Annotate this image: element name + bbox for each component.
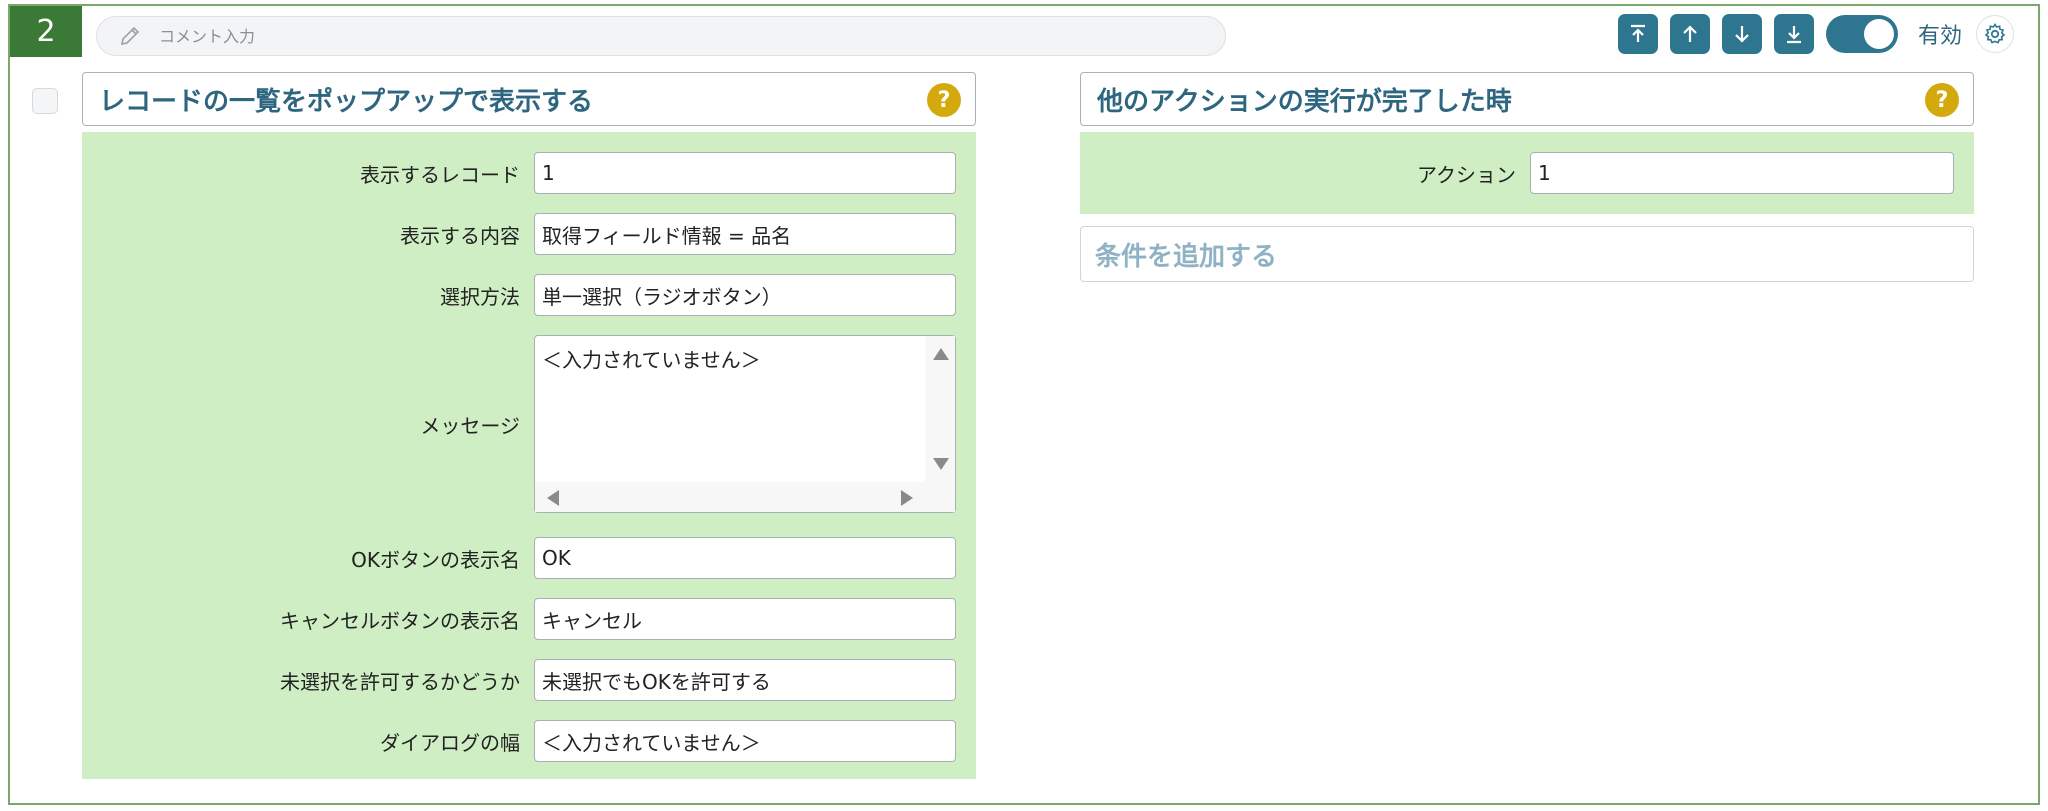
enabled-toggle[interactable]: [1826, 15, 1898, 53]
left-panel-body: 表示するレコード 1 表示する内容 取得フィールド情報 = 品名 選択方法 単一…: [82, 132, 976, 779]
records-label: 表示するレコード: [360, 162, 520, 187]
field-row-action: アクション 1: [1080, 152, 1954, 194]
selection-label: 選択方法: [440, 284, 520, 309]
help-icon[interactable]: ?: [927, 83, 961, 117]
toggle-knob: [1864, 19, 1894, 49]
allow-none-label: 未選択を許可するかどうか: [280, 669, 520, 694]
action-field[interactable]: 1: [1530, 152, 1954, 194]
enabled-label: 有効: [1918, 24, 1963, 49]
action-card: 2 有効 レコードの一覧をポップアッ: [8, 4, 2040, 805]
left-panel-title-text: レコードの一覧をポップアップで表示する: [99, 86, 594, 117]
action-label: アクション: [1417, 162, 1516, 187]
scroll-left-icon[interactable]: [547, 490, 559, 506]
ok-name-field[interactable]: OK: [534, 537, 956, 579]
move-up-button[interactable]: [1670, 14, 1710, 54]
scroll-down-icon[interactable]: [933, 458, 949, 470]
right-panel-title-text: 他のアクションの実行が完了した時: [1097, 86, 1512, 117]
field-row-allow-none: 未選択を許可するかどうか 未選択でもOKを許可する: [82, 659, 956, 701]
field-row-content: 表示する内容 取得フィールド情報 = 品名: [82, 213, 956, 255]
move-to-bottom-button[interactable]: [1774, 14, 1814, 54]
field-row-cancel-name: キャンセルボタンの表示名 キャンセル: [82, 598, 956, 640]
message-textarea[interactable]: ＜入力されていません＞: [534, 335, 956, 513]
cancel-name-field[interactable]: キャンセル: [534, 598, 956, 640]
message-label: メッセージ: [420, 413, 520, 438]
select-checkbox[interactable]: [32, 88, 58, 114]
comment-field[interactable]: [96, 16, 1226, 56]
add-condition-button[interactable]: 条件を追加する: [1080, 226, 1974, 282]
arrow-to-top-icon: [1631, 24, 1645, 42]
allow-none-field[interactable]: 未選択でもOKを許可する: [534, 659, 956, 701]
settings-button[interactable]: [1976, 15, 2015, 53]
pencil-icon: [115, 21, 145, 51]
field-row-records: 表示するレコード 1: [82, 152, 956, 194]
left-panel-title: レコードの一覧をポップアップで表示する ?: [82, 72, 976, 126]
content-label: 表示する内容: [400, 223, 520, 248]
cancel-name-label: キャンセルボタンの表示名: [280, 608, 520, 633]
right-panel-body: アクション 1: [1080, 132, 1974, 214]
step-number-badge: 2: [10, 6, 82, 57]
selection-field[interactable]: 単一選択（ラジオボタン）: [534, 274, 956, 316]
content-field[interactable]: 取得フィールド情報 = 品名: [534, 213, 956, 255]
dialog-width-label: ダイアログの幅: [380, 730, 520, 755]
scroll-right-icon[interactable]: [901, 490, 913, 506]
horizontal-scrollbar[interactable]: [535, 482, 955, 512]
vertical-scrollbar[interactable]: [925, 336, 955, 482]
field-row-dialog-width: ダイアログの幅 ＜入力されていません＞: [82, 720, 956, 762]
arrow-up-icon: [1683, 25, 1697, 42]
records-field[interactable]: 1: [534, 152, 956, 194]
comment-input[interactable]: [159, 26, 1159, 46]
move-to-top-button[interactable]: [1618, 14, 1658, 54]
right-panel-title: 他のアクションの実行が完了した時 ?: [1080, 72, 1974, 126]
field-row-selection: 選択方法 単一選択（ラジオボタン）: [82, 274, 956, 316]
toolbar: 有効: [1618, 14, 2015, 54]
gear-icon: [1984, 23, 2006, 44]
help-icon[interactable]: ?: [1925, 83, 1959, 117]
arrow-down-icon: [1735, 26, 1749, 43]
field-row-message: メッセージ ＜入力されていません＞: [82, 335, 956, 513]
scroll-up-icon[interactable]: [933, 348, 949, 360]
field-row-ok-name: OKボタンの表示名 OK: [82, 537, 956, 579]
ok-name-label: OKボタンの表示名: [351, 547, 520, 572]
message-text: ＜入力されていません＞: [542, 348, 761, 372]
arrow-to-bottom-icon: [1787, 26, 1801, 44]
move-down-button[interactable]: [1722, 14, 1762, 54]
dialog-width-field[interactable]: ＜入力されていません＞: [534, 720, 956, 762]
